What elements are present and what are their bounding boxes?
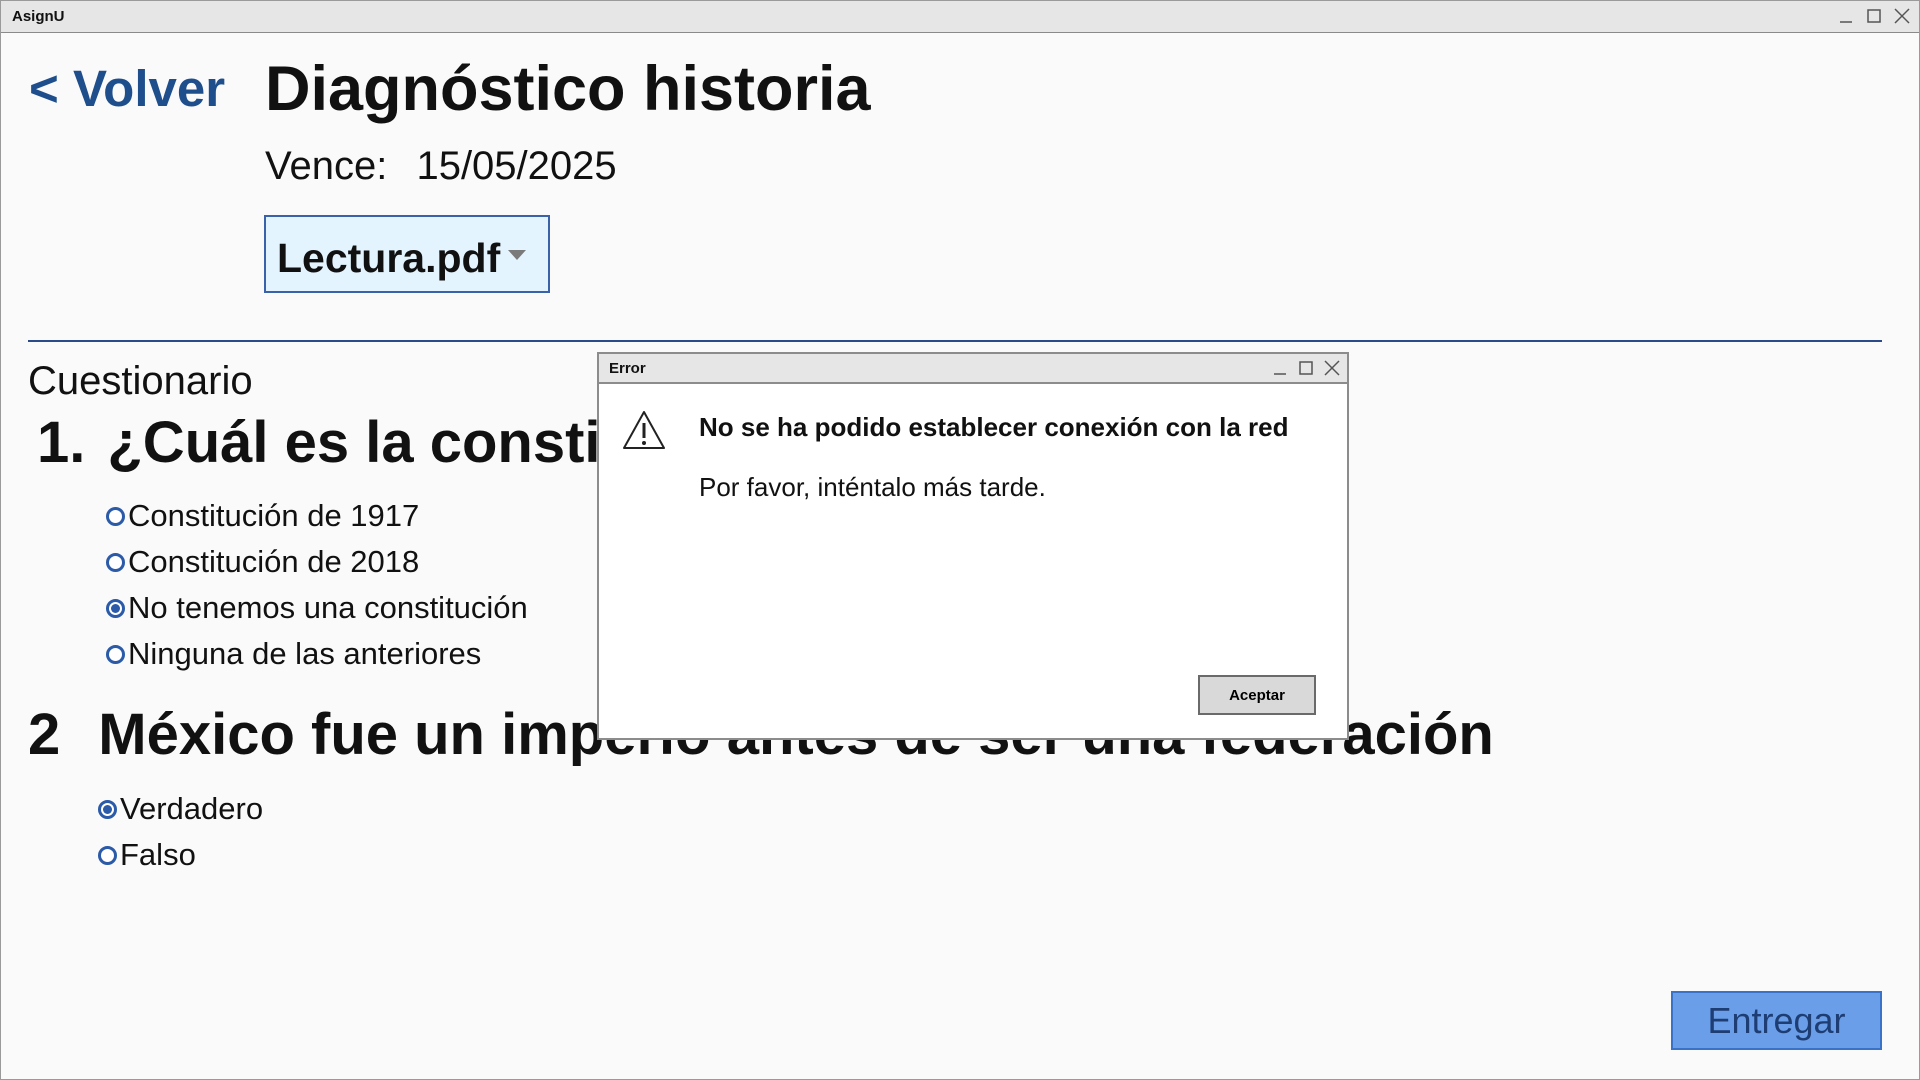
dialog-title: Error bbox=[609, 360, 646, 377]
radio-checked-icon[interactable] bbox=[106, 598, 125, 618]
app-window: AsignU < Volver Diagnóstico historia Ven… bbox=[0, 0, 1920, 1080]
error-dialog: Error No se ha podido establecer conexió… bbox=[597, 352, 1349, 740]
window-titlebar[interactable]: AsignU bbox=[1, 1, 1919, 33]
minimize-icon[interactable] bbox=[1271, 358, 1289, 378]
question-1-option-4[interactable]: Ninguna de las anteriores bbox=[106, 636, 481, 672]
submit-button[interactable]: Entregar bbox=[1671, 991, 1882, 1050]
chevron-down-icon bbox=[508, 250, 526, 260]
question-1-number: 1. bbox=[37, 410, 86, 475]
minimize-icon[interactable] bbox=[1837, 6, 1855, 26]
option-label: Verdadero bbox=[120, 791, 264, 826]
radio-icon[interactable] bbox=[106, 552, 125, 572]
option-label: Constitución de 2018 bbox=[128, 544, 420, 579]
question-2-option-2[interactable]: Falso bbox=[98, 837, 196, 873]
file-select-value: Lectura.pdf bbox=[277, 235, 501, 281]
page-title: Diagnóstico historia bbox=[265, 54, 871, 124]
due-date-row: Vence: 15/05/2025 bbox=[265, 144, 617, 189]
question-1-option-1[interactable]: Constitución de 1917 bbox=[106, 498, 419, 534]
radio-icon[interactable] bbox=[106, 506, 125, 526]
dialog-titlebar[interactable]: Error bbox=[599, 354, 1347, 384]
due-date-value: 15/05/2025 bbox=[416, 144, 617, 188]
dialog-message: Por favor, inténtalo más tarde. bbox=[699, 472, 1046, 502]
close-icon[interactable] bbox=[1323, 358, 1341, 378]
question-1-option-3[interactable]: No tenemos una constitución bbox=[106, 590, 528, 626]
back-link[interactable]: < Volver bbox=[29, 59, 225, 118]
due-date-label: Vence: bbox=[265, 144, 388, 188]
option-label: Constitución de 1917 bbox=[128, 498, 420, 533]
warning-icon bbox=[621, 409, 667, 456]
window-title: AsignU bbox=[12, 8, 65, 25]
dialog-controls bbox=[1271, 358, 1341, 378]
maximize-icon[interactable] bbox=[1865, 6, 1883, 26]
question-1-option-2[interactable]: Constitución de 2018 bbox=[106, 544, 419, 580]
section-divider bbox=[28, 340, 1882, 342]
radio-icon[interactable] bbox=[98, 845, 117, 865]
option-label: Ninguna de las anteriores bbox=[128, 636, 482, 671]
quiz-section-title: Cuestionario bbox=[28, 359, 253, 403]
radio-icon[interactable] bbox=[106, 644, 125, 664]
question-2-option-1[interactable]: Verdadero bbox=[98, 791, 263, 827]
radio-checked-icon[interactable] bbox=[98, 799, 117, 819]
dialog-heading: No se ha podido establecer conexión con … bbox=[699, 412, 1289, 442]
maximize-icon[interactable] bbox=[1297, 358, 1315, 378]
option-label: Falso bbox=[120, 837, 196, 872]
window-controls bbox=[1837, 6, 1911, 26]
option-label: No tenemos una constitución bbox=[128, 590, 528, 625]
question-2-number: 2 bbox=[28, 702, 61, 767]
close-icon[interactable] bbox=[1893, 6, 1911, 26]
ok-button[interactable]: Aceptar bbox=[1198, 675, 1316, 715]
file-select[interactable]: Lectura.pdf bbox=[264, 215, 550, 293]
